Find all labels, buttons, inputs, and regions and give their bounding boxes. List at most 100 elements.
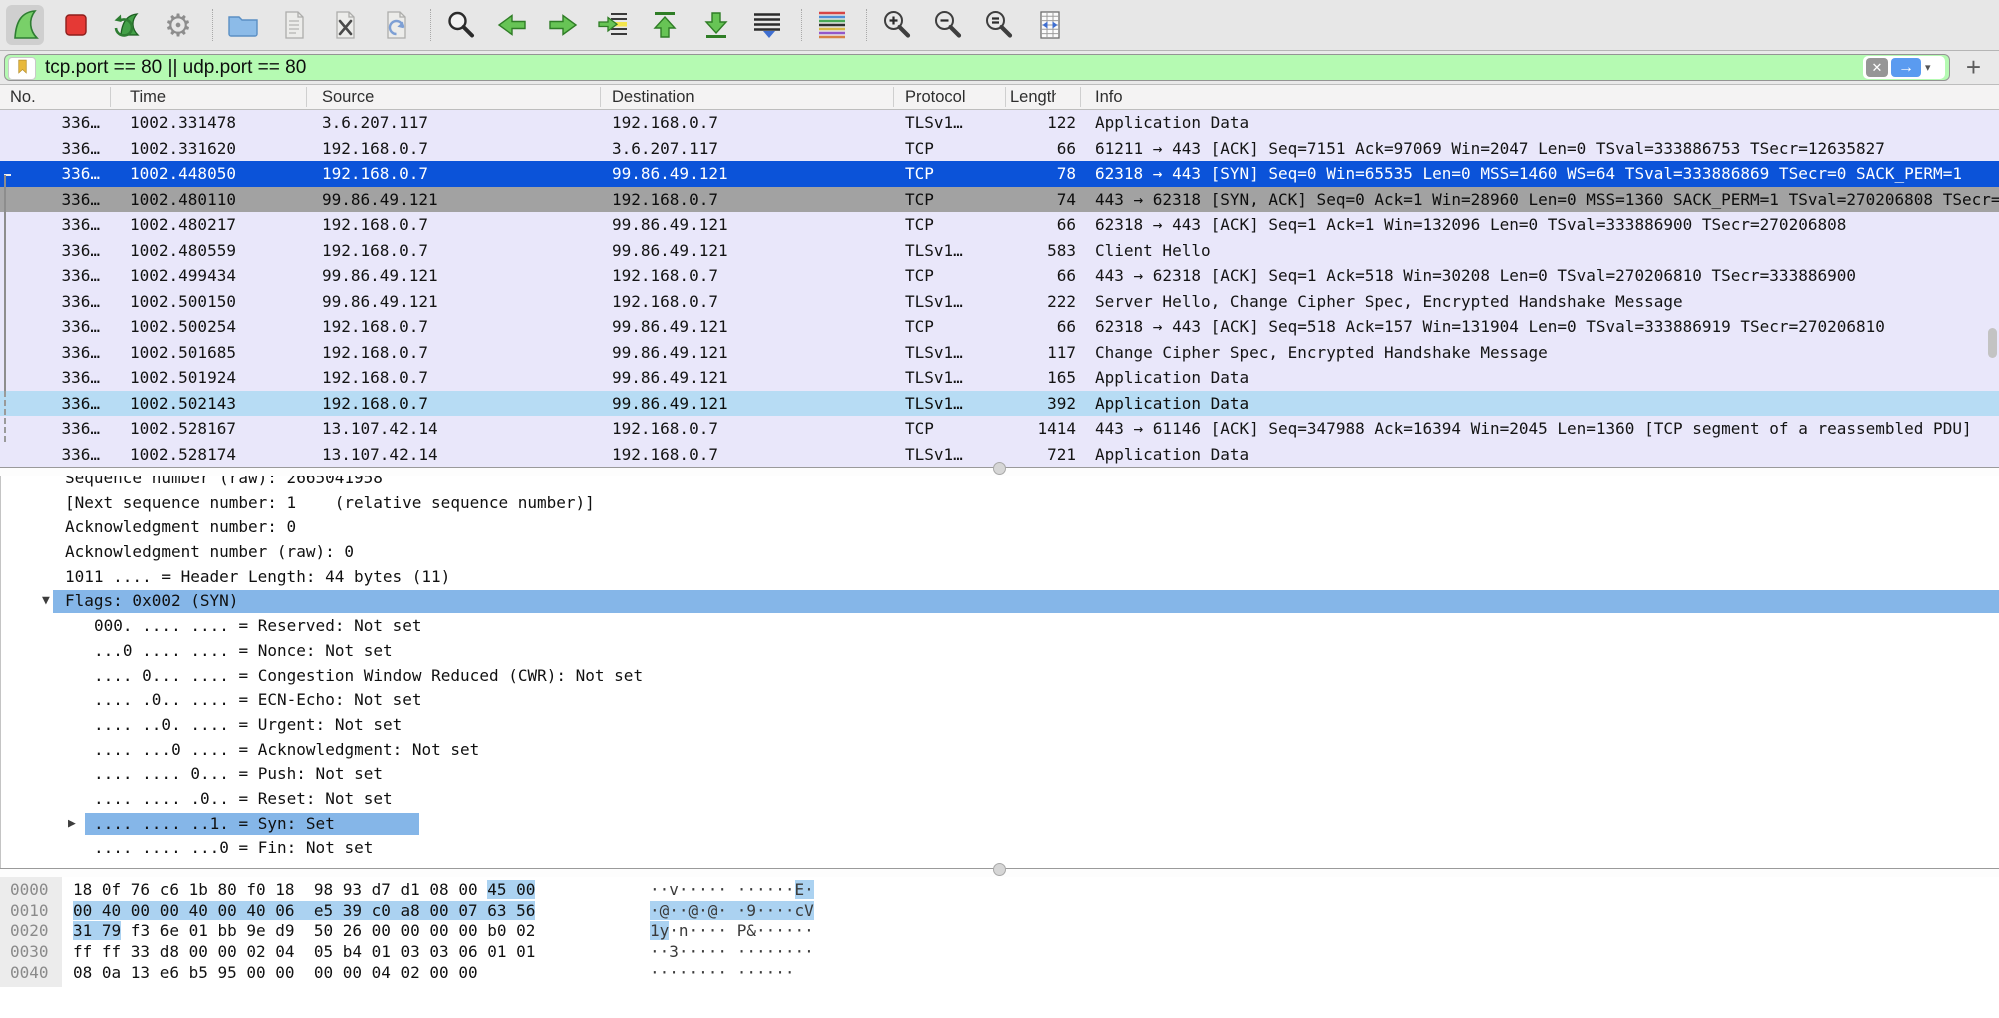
packet-row[interactable]: 336…1002.501685192.168.0.799.86.49.121TL…: [0, 340, 1999, 366]
hex-segment[interactable]: f3 6e 01 bb 9e d9 50 26 00 00 00 00 b0 0…: [121, 921, 535, 940]
detail-line[interactable]: .... .... .0.. = Reset: Not set: [1, 787, 1999, 812]
stop-capture-button[interactable]: [57, 5, 95, 45]
hex-selected-segment[interactable]: E·: [795, 880, 814, 899]
detail-line[interactable]: 000. .... .... = Reserved: Not set: [1, 614, 1999, 639]
column-separator[interactable]: [110, 87, 111, 107]
hex-segment[interactable]: ········ ······: [650, 963, 795, 982]
packet-row[interactable]: 336…1002.331620192.168.0.73.6.207.117TCP…: [0, 136, 1999, 162]
hex-segment[interactable]: ··3····· ········: [650, 942, 814, 961]
cell-src: 192.168.0.7: [322, 161, 600, 187]
hex-segment[interactable]: ··v····· ······: [650, 880, 795, 899]
main-toolbar: ⚙: [0, 0, 1999, 51]
column-header-time[interactable]: Time: [130, 85, 300, 109]
hex-segment[interactable]: ff ff 33 d8 00 00 02 04 05 b4 01 03 03 0…: [73, 942, 535, 961]
filter-dropdown-arrow[interactable]: ▾: [1925, 61, 1931, 74]
hex-segment[interactable]: ·n···· P&······: [669, 921, 814, 940]
packet-row[interactable]: 336…1002.480217192.168.0.799.86.49.121TC…: [0, 212, 1999, 238]
first-packet-button[interactable]: [646, 5, 684, 45]
detail-line[interactable]: ▶.... .... ..1. = Syn: Set: [1, 812, 1999, 837]
packet-row[interactable]: 336…1002.3314783.6.207.117192.168.0.7TLS…: [0, 110, 1999, 136]
save-file-button[interactable]: [275, 5, 313, 45]
hex-selected-segment[interactable]: 45 00: [487, 880, 535, 899]
filter-bookmark-button[interactable]: [8, 57, 36, 80]
detail-line[interactable]: .... .... 0... = Push: Not set: [1, 762, 1999, 787]
filter-clear-button[interactable]: ✕: [1866, 58, 1888, 77]
packet-row[interactable]: 336…1002.48011099.86.49.121192.168.0.7TC…: [0, 187, 1999, 213]
previous-packet-button[interactable]: [493, 5, 531, 45]
start-capture-button[interactable]: [6, 5, 44, 45]
packet-row[interactable]: 336…1002.500254192.168.0.799.86.49.121TC…: [0, 314, 1999, 340]
restart-capture-button[interactable]: [108, 5, 146, 45]
hex-selected-segment[interactable]: 00 40 00 00 40 00 40 06 e5 39 c0 a8 00 0…: [73, 901, 535, 920]
expanded-arrow-icon[interactable]: ▼: [42, 589, 50, 614]
column-header-no[interactable]: No.: [10, 85, 106, 109]
packet-list-scrollbar-thumb[interactable]: [1988, 328, 1997, 358]
hex-segment[interactable]: 08 0a 13 e6 b5 95 00 00 00 00 04 02 00 0…: [73, 963, 478, 982]
filter-apply-button[interactable]: →: [1891, 58, 1921, 77]
column-header-info[interactable]: Info: [1095, 85, 1395, 109]
detail-line[interactable]: .... 0... .... = Congestion Window Reduc…: [1, 664, 1999, 689]
detail-line[interactable]: ▼Flags: 0x002 (SYN): [1, 589, 1999, 614]
column-header-source[interactable]: Source: [322, 85, 592, 109]
last-packet-button[interactable]: [697, 5, 735, 45]
hex-selected-segment[interactable]: 1y: [650, 921, 669, 940]
pane-splitter-bottom[interactable]: [0, 868, 1999, 877]
column-separator[interactable]: [1080, 87, 1081, 107]
detail-line[interactable]: Acknowledgment number: 0: [1, 515, 1999, 540]
detail-line[interactable]: .... .0.. .... = ECN-Echo: Not set: [1, 688, 1999, 713]
detail-line[interactable]: .... ...0 .... = Acknowledgment: Not set: [1, 738, 1999, 763]
hex-row: 002031 79 f3 6e 01 bb 9e d9 50 26 00 00 …: [0, 921, 1999, 942]
column-separator[interactable]: [306, 87, 307, 107]
toolbar-separator: [866, 9, 868, 41]
resize-columns-button[interactable]: [1031, 5, 1069, 45]
detail-line[interactable]: .... .... ...0 = Fin: Not set: [1, 836, 1999, 861]
splitter-handle-icon[interactable]: [993, 863, 1006, 876]
detail-line[interactable]: ...0 .... .... = Nonce: Not set: [1, 639, 1999, 664]
column-separator[interactable]: [893, 87, 894, 107]
splitter-handle-icon[interactable]: [993, 462, 1006, 475]
next-packet-button[interactable]: [544, 5, 582, 45]
hex-bytes: 18 0f 76 c6 1b 80 f0 18 98 93 d7 d1 08 0…: [73, 880, 535, 901]
packet-row[interactable]: 336…1002.448050192.168.0.799.86.49.121TC…: [0, 161, 1999, 187]
column-header-length[interactable]: Length: [1010, 85, 1056, 109]
packet-row[interactable]: 336…1002.52816713.107.42.14192.168.0.7TC…: [0, 416, 1999, 442]
colorize-packets-button[interactable]: [813, 5, 851, 45]
packet-row[interactable]: 336…1002.502143192.168.0.799.86.49.121TL…: [0, 391, 1999, 417]
open-file-button[interactable]: [224, 5, 262, 45]
column-header-protocol[interactable]: Protocol: [905, 85, 1000, 109]
pane-splitter-top[interactable]: [0, 467, 1999, 476]
zoom-in-button[interactable]: [878, 5, 916, 45]
column-header-destination[interactable]: Destination: [612, 85, 887, 109]
filter-add-button[interactable]: +: [1966, 51, 1981, 85]
toolbar-separator: [430, 9, 432, 41]
detail-line[interactable]: [Next sequence number: 1 (relative seque…: [1, 491, 1999, 516]
detail-line[interactable]: Sequence number (raw): 2665041958: [1, 476, 1999, 491]
find-packet-button[interactable]: [442, 5, 480, 45]
detail-line[interactable]: .... ..0. .... = Urgent: Not set: [1, 713, 1999, 738]
packet-row[interactable]: 336…1002.480559192.168.0.799.86.49.121TL…: [0, 238, 1999, 264]
hex-segment[interactable]: 18 0f 76 c6 1b 80 f0 18 98 93 d7 d1 08 0…: [73, 880, 487, 899]
go-to-packet-button[interactable]: [595, 5, 633, 45]
packet-row[interactable]: 336…1002.501924192.168.0.799.86.49.121TL…: [0, 365, 1999, 391]
collapsed-arrow-icon[interactable]: ▶: [68, 812, 76, 837]
detail-line[interactable]: Acknowledgment number (raw): 0: [1, 540, 1999, 565]
packet-row[interactable]: 336…1002.50015099.86.49.121192.168.0.7TL…: [0, 289, 1999, 315]
packet-row[interactable]: 336…1002.49943499.86.49.121192.168.0.7TC…: [0, 263, 1999, 289]
column-separator[interactable]: [1005, 87, 1006, 107]
hex-selected-segment[interactable]: ·@··@·@· ·9····cV: [650, 901, 814, 920]
display-filter-input[interactable]: tcp.port == 80 || udp.port == 80 ✕ → ▾: [4, 54, 1950, 81]
detail-line[interactable]: 1011 .... = Header Length: 44 bytes (11): [1, 565, 1999, 590]
hex-selected-segment[interactable]: 31 79: [73, 921, 121, 940]
cell-len: 66: [1000, 212, 1076, 238]
close-file-button[interactable]: [326, 5, 364, 45]
zoom-out-button[interactable]: [929, 5, 967, 45]
reload-file-button[interactable]: [377, 5, 415, 45]
filter-expression-text[interactable]: tcp.port == 80 || udp.port == 80: [45, 55, 306, 80]
cell-info: 443 → 62318 [ACK] Seq=1 Ack=518 Win=3020…: [1095, 263, 1999, 289]
column-separator[interactable]: [600, 87, 601, 107]
cell-info: Client Hello: [1095, 238, 1999, 264]
auto-scroll-button[interactable]: [748, 5, 786, 45]
hex-offset: 0040: [10, 963, 49, 984]
zoom-reset-button[interactable]: [980, 5, 1018, 45]
capture-options-button[interactable]: ⚙: [159, 5, 197, 45]
